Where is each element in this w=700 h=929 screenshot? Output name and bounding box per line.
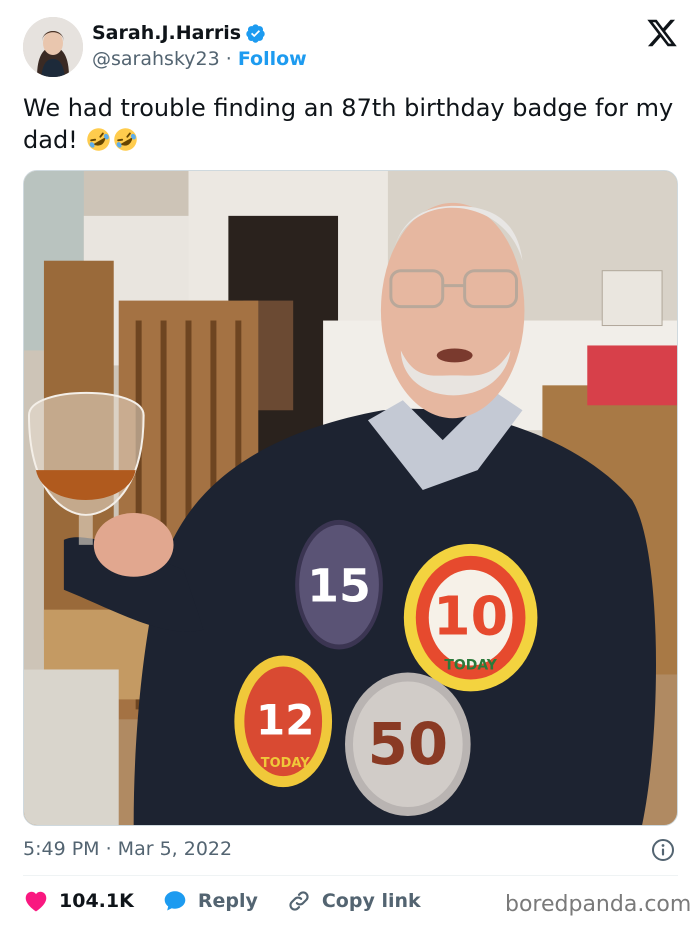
rolling-on-floor-laughing-emoji-icon	[87, 128, 111, 151]
handle-row: @sarahsky23 · Follow	[92, 48, 307, 70]
author-name-row[interactable]: Sarah.J.Harris	[92, 22, 266, 44]
heart-icon	[25, 891, 47, 912]
like-count: 104.1K	[59, 890, 134, 912]
follow-button[interactable]: Follow	[238, 48, 307, 70]
badge-15-label: 15	[307, 559, 371, 613]
reply-label: Reply	[197, 890, 258, 912]
verified-badge-icon	[246, 23, 265, 43]
tweet-card: Sarah.J.Harris @sarahsky23 · Follow We h…	[0, 0, 700, 929]
link-icon	[289, 891, 309, 911]
x-logo-icon[interactable]	[645, 18, 679, 48]
copy-link-button[interactable]: Copy link	[286, 888, 421, 914]
tweet-photo[interactable]: 15 10 TODAY 12 TODAY 50	[23, 170, 678, 826]
reply-button[interactable]: Reply	[162, 888, 258, 914]
divider	[23, 875, 678, 876]
rolling-on-floor-laughing-emoji-icon	[114, 128, 138, 151]
badge-10-label: 10	[433, 585, 508, 648]
separator-dot: ·	[225, 48, 238, 70]
copy-link-label: Copy link	[321, 890, 421, 912]
tweet-timestamp[interactable]: 5:49 PM · Mar 5, 2022	[23, 838, 232, 860]
reply-bubble-icon	[164, 891, 186, 911]
like-button[interactable]: 104.1K	[23, 888, 134, 914]
badge-10-caption: TODAY	[444, 657, 497, 673]
badge-12-caption: TODAY	[261, 756, 310, 771]
info-icon[interactable]	[651, 838, 675, 862]
badge-50-label: 50	[368, 710, 448, 778]
handle[interactable]: @sarahsky23	[92, 48, 220, 70]
avatar[interactable]	[23, 17, 83, 77]
watermark: boredpanda.com	[505, 892, 692, 917]
badge-12-label: 12	[256, 695, 314, 744]
tweet-text: We had trouble finding an 87th birthday …	[23, 92, 683, 156]
action-bar: 104.1K Reply Copy link	[23, 886, 449, 916]
display-name[interactable]: Sarah.J.Harris	[92, 22, 241, 44]
